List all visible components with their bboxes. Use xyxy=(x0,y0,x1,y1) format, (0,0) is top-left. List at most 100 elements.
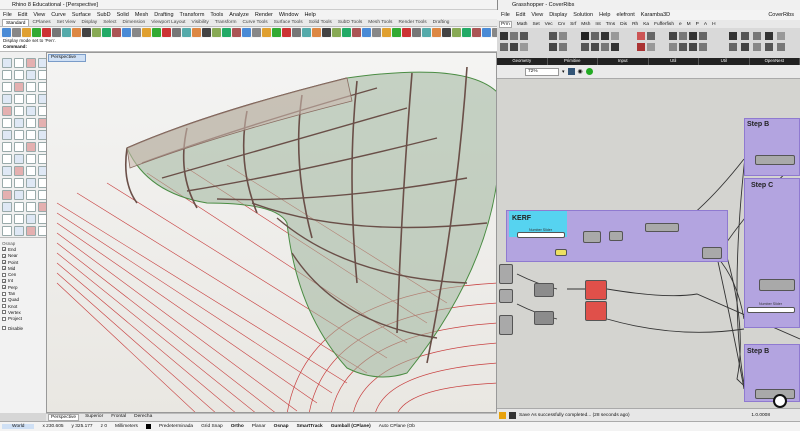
toolbar-button-icon[interactable] xyxy=(472,28,481,37)
gh-param-2[interactable] xyxy=(499,289,513,303)
cplane-world[interactable]: World xyxy=(2,424,35,429)
toolbar-button-icon[interactable] xyxy=(182,28,191,37)
toolbar-button-icon[interactable] xyxy=(32,28,41,37)
tool-icon[interactable] xyxy=(2,106,12,116)
gh-param-1[interactable] xyxy=(499,264,513,284)
tool-icon[interactable] xyxy=(14,214,24,224)
toolbar-button-icon[interactable] xyxy=(62,28,71,37)
toolbar-button-icon[interactable] xyxy=(132,28,141,37)
current-layer[interactable]: Predeterminada xyxy=(159,424,193,429)
gh-tab-math[interactable]: Math xyxy=(517,22,528,27)
tool-icon[interactable] xyxy=(26,166,36,176)
checkbox-icon[interactable] xyxy=(2,326,6,330)
osnap-toggle[interactable]: Osnap xyxy=(274,424,289,429)
tab-subd-tools[interactable]: SubD Tools xyxy=(335,19,365,26)
menu-edit[interactable]: Edit xyxy=(18,12,27,18)
toolbar-button-icon[interactable] xyxy=(22,28,31,37)
tool-icon[interactable] xyxy=(2,226,12,236)
gh-tab-crv[interactable]: Crv xyxy=(558,22,565,27)
tab-dimension[interactable]: Dimension xyxy=(120,19,149,26)
checkbox-icon[interactable]: ✓ xyxy=(2,247,6,252)
checkbox-icon[interactable]: ✓ xyxy=(2,253,6,258)
viewport-tab-perspective[interactable]: Perspective xyxy=(48,414,80,421)
menu-surface[interactable]: Surface xyxy=(72,12,91,18)
toolbar-button-icon[interactable] xyxy=(72,28,81,37)
toolbar-button-icon[interactable] xyxy=(172,28,181,37)
ribbon-section-input[interactable]: Input xyxy=(598,58,649,65)
tab-mesh-tools[interactable]: Mesh Tools xyxy=(365,19,395,26)
tab-select[interactable]: Select xyxy=(100,19,119,26)
gh-list-item-a[interactable] xyxy=(534,283,554,297)
tool-icon[interactable] xyxy=(26,94,36,104)
toolbar-button-icon[interactable] xyxy=(242,28,251,37)
step-c-number-slider[interactable] xyxy=(747,307,795,313)
tool-icon[interactable] xyxy=(2,154,12,164)
checkbox-icon[interactable] xyxy=(2,291,6,296)
toolbar-button-icon[interactable] xyxy=(282,28,291,37)
gh-tab-msh[interactable]: Msh xyxy=(581,22,590,27)
checkbox-icon[interactable]: ✓ xyxy=(2,278,6,283)
gh-param-3[interactable] xyxy=(499,315,513,335)
tab-set-view[interactable]: Set View xyxy=(54,19,79,26)
gh-tab-a[interactable]: A xyxy=(704,22,707,27)
tool-icon[interactable] xyxy=(14,142,24,152)
menu-tools[interactable]: Tools xyxy=(210,12,223,18)
gh-tab-e[interactable]: e xyxy=(679,22,682,27)
toolbar-button-icon[interactable] xyxy=(232,28,241,37)
tool-icon[interactable] xyxy=(2,94,12,104)
tool-icon[interactable] xyxy=(26,142,36,152)
tool-icon[interactable] xyxy=(26,226,36,236)
ribbon-components[interactable] xyxy=(500,32,785,51)
gh-component[interactable] xyxy=(759,279,795,291)
toolbar-button-icon[interactable] xyxy=(462,28,471,37)
tab-render-tools[interactable]: Render Tools xyxy=(395,19,429,26)
toolbar-button-icon[interactable] xyxy=(202,28,211,37)
gh-menu-help[interactable]: Help xyxy=(599,12,610,18)
toolbar-button-icon[interactable] xyxy=(352,28,361,37)
tool-icon[interactable] xyxy=(14,82,24,92)
viewport-title-tab[interactable]: Perspective xyxy=(48,54,86,62)
menu-window[interactable]: Window xyxy=(279,12,299,18)
tool-icon[interactable] xyxy=(14,70,24,80)
gh-menu-display[interactable]: Display xyxy=(549,12,567,18)
tool-icon[interactable] xyxy=(26,70,36,80)
menu-curve[interactable]: Curve xyxy=(51,12,66,18)
tool-icon[interactable] xyxy=(26,190,36,200)
toolbar-button-icon[interactable] xyxy=(252,28,261,37)
toolbar-button-icon[interactable] xyxy=(292,28,301,37)
planar-toggle[interactable]: Planar xyxy=(252,424,266,429)
command-area[interactable]: Display mode set to 'Pen'. Command: xyxy=(0,38,497,52)
toolbar-button-icon[interactable] xyxy=(362,28,371,37)
tool-icon[interactable] xyxy=(2,82,12,92)
gh-canvas[interactable]: KERF Number Slider Step B Step C Number … xyxy=(497,79,800,408)
checkbox-icon[interactable] xyxy=(2,316,6,321)
perspective-viewport[interactable] xyxy=(46,52,497,413)
tool-icon[interactable] xyxy=(14,202,24,212)
tab-display[interactable]: Display xyxy=(78,19,100,26)
gh-error-component-a[interactable] xyxy=(585,280,607,300)
menu-file[interactable]: File xyxy=(3,12,12,18)
toolbar-button-icon[interactable] xyxy=(2,28,11,37)
menu-drafting[interactable]: Drafting xyxy=(154,12,173,18)
tool-icon[interactable] xyxy=(26,178,36,188)
ribbon-section-primitive[interactable]: Primitive xyxy=(548,58,598,65)
tool-icon[interactable] xyxy=(2,166,12,176)
toolbar-button-icon[interactable] xyxy=(192,28,201,37)
gh-tab-ka[interactable]: Ka xyxy=(643,22,649,27)
gh-tab-fufferfish[interactable]: Fufferfish xyxy=(654,22,674,27)
ortho-toggle[interactable]: Ortho xyxy=(231,424,244,429)
gh-menu-karamba[interactable]: Karamba3D xyxy=(641,12,670,18)
menu-solid[interactable]: Solid xyxy=(117,12,129,18)
tool-icon[interactable] xyxy=(2,142,12,152)
toolbar-button-icon[interactable] xyxy=(422,28,431,37)
tab-solid-tools[interactable]: Solid Tools xyxy=(306,19,335,26)
tool-icon[interactable] xyxy=(26,202,36,212)
gh-menu-file[interactable]: File xyxy=(501,12,510,18)
toolbar-button-icon[interactable] xyxy=(42,28,51,37)
gh-tab-set[interactable]: Set xyxy=(532,22,539,27)
toolbar-button-icon[interactable] xyxy=(272,28,281,37)
ribbon-section-util[interactable]: Util xyxy=(649,58,699,65)
tab-cplanes[interactable]: CPlanes xyxy=(29,19,53,26)
ribbon-section-util-2[interactable]: Util xyxy=(699,58,750,65)
grid-snap-toggle[interactable]: Grid Snap xyxy=(201,424,223,429)
